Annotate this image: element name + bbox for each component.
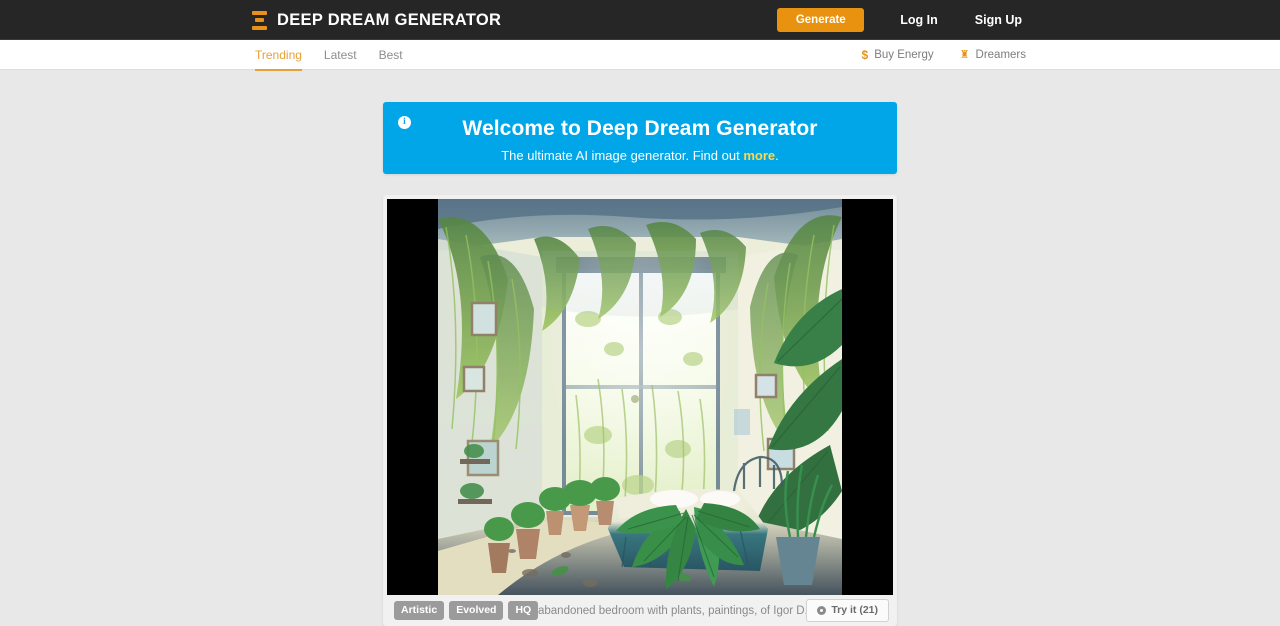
secondary-nav-actions: $ Buy Energy ♜ Dreamers bbox=[862, 40, 1027, 70]
signup-link[interactable]: Sign Up bbox=[975, 13, 1022, 27]
feed-tabs: Trending Latest Best bbox=[255, 40, 425, 71]
banner-subtitle-suffix: . bbox=[775, 148, 779, 163]
try-it-label: Try it (21) bbox=[831, 604, 878, 616]
tab-best[interactable]: Best bbox=[379, 40, 403, 70]
top-header-bar: DEEP DREAM GENERATOR Generate Log In Sig… bbox=[0, 0, 1280, 40]
dream-image-container[interactable] bbox=[387, 199, 893, 595]
trophy-icon: ♜ bbox=[959, 48, 970, 61]
tag-evolved[interactable]: Evolved bbox=[449, 601, 504, 620]
banner-title: Welcome to Deep Dream Generator bbox=[462, 117, 818, 140]
header-actions: Generate Log In Sign Up bbox=[777, 0, 1280, 40]
brand-logo-link[interactable]: DEEP DREAM GENERATOR bbox=[252, 0, 501, 40]
dreamers-label: Dreamers bbox=[975, 49, 1026, 61]
tab-latest[interactable]: Latest bbox=[324, 40, 357, 70]
banner-subtitle-text: The ultimate AI image generator. Find ou… bbox=[501, 148, 744, 163]
dream-card: Artistic Evolved HQ abandoned bedroom wi… bbox=[383, 195, 897, 626]
tab-trending[interactable]: Trending bbox=[255, 40, 302, 71]
card-footer: Artistic Evolved HQ abandoned bedroom wi… bbox=[383, 595, 897, 626]
try-it-button[interactable]: Try it (21) bbox=[806, 599, 889, 622]
card-tags: Artistic Evolved HQ bbox=[394, 601, 539, 620]
banner-subtitle: The ultimate AI image generator. Find ou… bbox=[383, 148, 897, 163]
login-link[interactable]: Log In bbox=[900, 13, 938, 27]
dollar-icon: $ bbox=[861, 48, 869, 62]
banner-more-link[interactable]: more bbox=[743, 148, 775, 163]
tag-artistic[interactable]: Artistic bbox=[394, 601, 445, 620]
page-body: i Welcome to Deep Dream Generator The ul… bbox=[0, 71, 1280, 626]
tag-hq[interactable]: HQ bbox=[508, 601, 539, 620]
brand-title: DEEP DREAM GENERATOR bbox=[277, 10, 502, 29]
welcome-banner: i Welcome to Deep Dream Generator The ul… bbox=[383, 102, 897, 174]
buy-energy-link[interactable]: $ Buy Energy bbox=[862, 48, 934, 62]
secondary-nav-bar: Trending Latest Best $ Buy Energy ♜ Drea… bbox=[0, 40, 1280, 71]
buy-energy-label: Buy Energy bbox=[874, 49, 934, 61]
target-icon bbox=[817, 605, 827, 615]
hourglass-logo-icon bbox=[252, 10, 267, 30]
generate-button[interactable]: Generate bbox=[777, 8, 865, 32]
dreamers-link[interactable]: ♜ Dreamers bbox=[960, 49, 1026, 61]
dream-image[interactable] bbox=[438, 199, 842, 595]
